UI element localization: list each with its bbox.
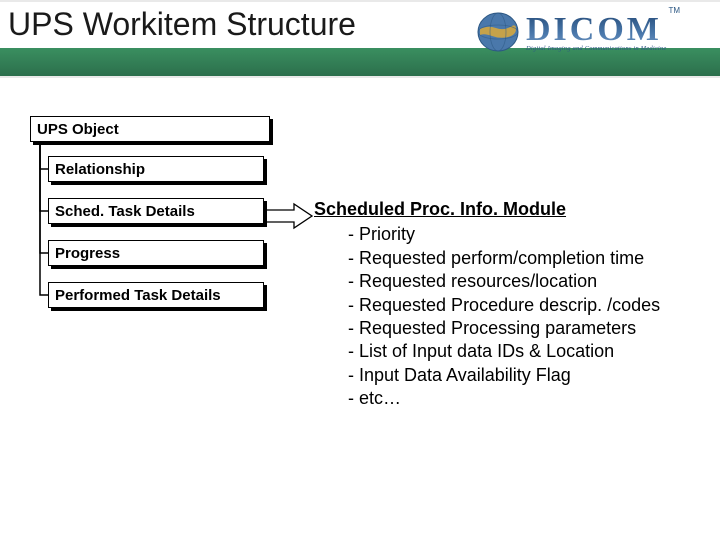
tree-child: Relationship — [48, 156, 264, 182]
trademark-symbol: TM — [668, 6, 680, 15]
module-item: - Priority — [348, 223, 660, 246]
logo-tagline: Digital Imaging and Communications in Me… — [526, 45, 666, 52]
header-banner: UPS Workitem Structure DICOM Digital Ima… — [0, 0, 720, 78]
logo-wordmark: DICOM — [526, 13, 666, 47]
module-title: Scheduled Proc. Info. Module — [314, 198, 660, 221]
tree-child: Sched. Task Details — [48, 198, 264, 224]
tree-child-label: Relationship — [55, 161, 145, 178]
slide-title: UPS Workitem Structure — [8, 6, 356, 43]
tree-child: Progress — [48, 240, 264, 266]
globe-icon — [476, 11, 520, 53]
module-item: - etc… — [348, 387, 660, 410]
module-item: - Requested Procedure descrip. /codes — [348, 294, 660, 317]
dicom-logo: DICOM Digital Imaging and Communications… — [476, 4, 706, 60]
right-arrow-icon — [262, 202, 314, 230]
module-item: - Requested resources/location — [348, 270, 660, 293]
tree-child-label: Progress — [55, 245, 120, 262]
tree-children: Relationship Sched. Task Details Progres… — [48, 156, 270, 308]
module-item: - Requested Processing parameters — [348, 317, 660, 340]
tree-child-label: Sched. Task Details — [55, 203, 195, 220]
module-item: - Requested perform/completion time — [348, 247, 660, 270]
module-item: - Input Data Availability Flag — [348, 364, 660, 387]
tree-child-label: Performed Task Details — [55, 287, 221, 304]
module-item: - List of Input data IDs & Location — [348, 340, 660, 363]
tree-root-label: UPS Object — [37, 121, 119, 138]
object-tree: UPS Object Relationship Sched. Task Deta… — [30, 116, 270, 308]
tree-child: Performed Task Details — [48, 282, 264, 308]
tree-root: UPS Object — [30, 116, 270, 142]
module-detail: Scheduled Proc. Info. Module - Priority … — [314, 198, 660, 411]
module-item-list: - Priority - Requested perform/completio… — [348, 223, 660, 410]
